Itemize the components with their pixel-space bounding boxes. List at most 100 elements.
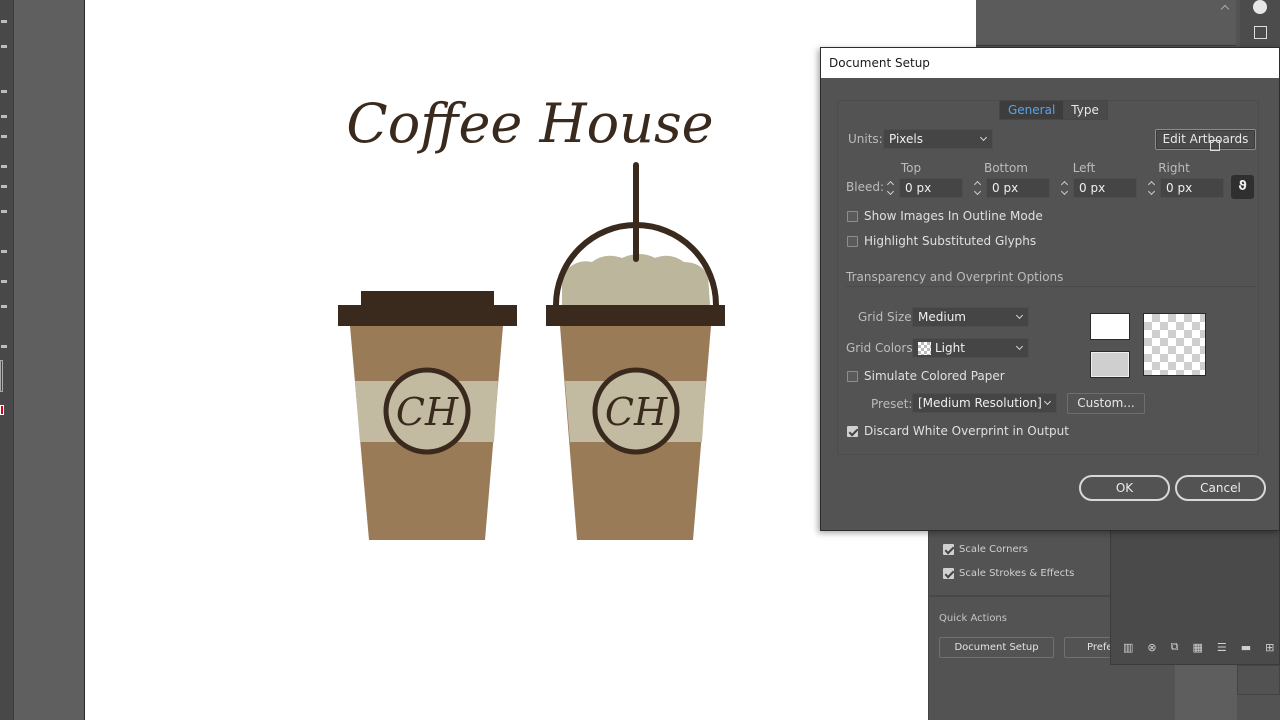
canvas-gutter: [14, 0, 84, 720]
checkbox-label: Scale Strokes & Effects: [959, 568, 1075, 579]
monogram-text: CH: [396, 390, 459, 434]
tool-icon[interactable]: [1, 280, 7, 283]
cancel-button[interactable]: Cancel: [1175, 475, 1266, 501]
cup-lid: [546, 305, 725, 326]
checkbox-label: Discard White Overprint in Output: [864, 424, 1069, 438]
clipping-mask-icon[interactable]: ▦: [1192, 641, 1202, 654]
bleed-bottom-input[interactable]: 0 px: [986, 178, 1050, 198]
custom-button[interactable]: Custom...: [1067, 393, 1145, 414]
sun-icon[interactable]: [1253, 0, 1267, 14]
grid-color-swatch-dark[interactable]: [1090, 351, 1130, 378]
tools-panel: [0, 0, 14, 720]
artwork-title: Coffee House: [346, 92, 713, 155]
tool-icon[interactable]: [1, 135, 7, 138]
tool-icon[interactable]: [1, 345, 7, 348]
tool-icon[interactable]: [1, 45, 7, 48]
ok-button[interactable]: OK: [1079, 475, 1170, 501]
chevron-down-icon: [1015, 342, 1024, 351]
grid-color-swatch-light[interactable]: [1090, 313, 1130, 340]
chevron-up-icon[interactable]: [1220, 4, 1230, 14]
bleed-left-input[interactable]: 0 px: [1073, 178, 1137, 198]
fill-stroke-swatch[interactable]: [0, 405, 4, 415]
discard-white-overprint-checkbox[interactable]: Discard White Overprint in Output: [847, 424, 1069, 438]
units-value: Pixels: [889, 132, 924, 146]
panel-fragment: [1175, 665, 1237, 720]
tool-icon[interactable]: [1, 165, 7, 168]
bleed-right-input[interactable]: 0 px: [1160, 178, 1224, 198]
grid-pattern-icon: [918, 342, 931, 355]
edit-artboards-button[interactable]: Edit Artboards: [1155, 129, 1256, 150]
new-layer-icon[interactable]: ⊞: [1265, 641, 1274, 654]
cup-lid-top: [361, 291, 494, 307]
new-sublayer-icon[interactable]: ☰: [1217, 641, 1227, 654]
bleed-bottom-label: Bottom: [983, 161, 1028, 175]
grid-colors-value: Light: [935, 341, 965, 355]
bleed-left-label: Left: [1072, 161, 1096, 175]
bleed-top-input[interactable]: 0 px: [899, 178, 963, 198]
layers-footer-toolbar: ▥ ⊗ ⧉ ▦ ☰ ▬ ⊞: [1115, 636, 1280, 658]
tab-bar: General Type: [999, 100, 1108, 120]
grid-colors-dropdown[interactable]: Light: [912, 338, 1029, 358]
tool-icon[interactable]: [1, 185, 7, 188]
bleed-bottom-stepper[interactable]: [972, 178, 984, 198]
bleed-value: 0 px: [1166, 181, 1193, 195]
bleed-left-stepper[interactable]: [1059, 178, 1071, 198]
units-label: Units:: [848, 132, 883, 146]
checkbox-icon[interactable]: [847, 235, 858, 247]
highlight-glyphs-checkbox[interactable]: Highlight Substituted Glyphs: [847, 234, 1036, 248]
bleed-right-stepper[interactable]: [1146, 178, 1158, 198]
tool-icon[interactable]: [1, 90, 7, 93]
collect-export-icon[interactable]: ⧉: [1171, 640, 1179, 654]
units-dropdown[interactable]: Pixels: [883, 129, 993, 149]
grid-size-value: Medium: [918, 310, 966, 324]
divider: [846, 286, 1256, 287]
bleed-top-stepper[interactable]: [885, 178, 897, 198]
grid-size-label: Grid Size:: [858, 310, 916, 324]
cup-lid: [338, 305, 517, 326]
tool-icon[interactable]: [1, 250, 7, 253]
checkbox-label: Highlight Substituted Glyphs: [864, 234, 1037, 248]
grid-size-dropdown[interactable]: Medium: [912, 307, 1029, 327]
bleed-value: 0 px: [905, 181, 932, 195]
preset-value: [Medium Resolution]: [918, 396, 1042, 410]
show-images-outline-checkbox[interactable]: Show Images In Outline Mode: [847, 209, 1043, 223]
chevron-down-icon: [979, 133, 988, 142]
panel-dock: [1240, 0, 1280, 48]
tool-icon[interactable]: [0, 360, 3, 392]
left-cup: CH: [338, 291, 517, 540]
tab-general[interactable]: General: [1000, 101, 1064, 119]
library-icon[interactable]: ▥: [1123, 641, 1133, 654]
document-setup-dialog: Document Setup General Type Units: Pixel…: [820, 47, 1280, 531]
section-heading: Transparency and Overprint Options: [846, 270, 1064, 284]
link-icon[interactable]: ϑ: [1231, 175, 1254, 199]
bleed-top-label: Top: [900, 161, 922, 175]
checkbox-icon[interactable]: [847, 210, 858, 222]
locate-object-icon[interactable]: ⊗: [1147, 641, 1156, 654]
checkbox-icon[interactable]: [847, 370, 858, 382]
tool-icon[interactable]: [1, 305, 7, 308]
checkbox-icon[interactable]: [847, 425, 858, 437]
transparency-grid-preview: [1143, 313, 1206, 376]
bleed-right-label: Right: [1158, 161, 1190, 175]
right-cup: CH: [546, 162, 725, 540]
bleed-value: 0 px: [1079, 181, 1106, 195]
artboards-icon[interactable]: [1254, 26, 1267, 39]
dialog-title: Document Setup: [821, 48, 1279, 78]
panel-fragment: [1237, 665, 1280, 695]
straw: [633, 162, 639, 262]
panel-header-strip: [976, 0, 1236, 46]
chevron-down-icon: [1043, 397, 1052, 406]
folder-icon[interactable]: ▬: [1241, 641, 1251, 654]
tool-icon[interactable]: [1, 20, 7, 23]
preset-label: Preset:: [871, 397, 913, 411]
tool-icon[interactable]: [1, 210, 7, 213]
chevron-down-icon: [1015, 311, 1024, 320]
checkbox-label: Simulate Colored Paper: [864, 369, 1005, 383]
tab-type[interactable]: Type: [1063, 101, 1107, 119]
checkbox-label: Show Images In Outline Mode: [864, 209, 1043, 223]
bleed-value: 0 px: [992, 181, 1019, 195]
simulate-paper-checkbox[interactable]: Simulate Colored Paper: [847, 369, 1005, 383]
tool-icon[interactable]: [1, 115, 7, 118]
preset-dropdown[interactable]: [Medium Resolution]: [912, 393, 1057, 413]
monogram-text: CH: [605, 390, 668, 434]
